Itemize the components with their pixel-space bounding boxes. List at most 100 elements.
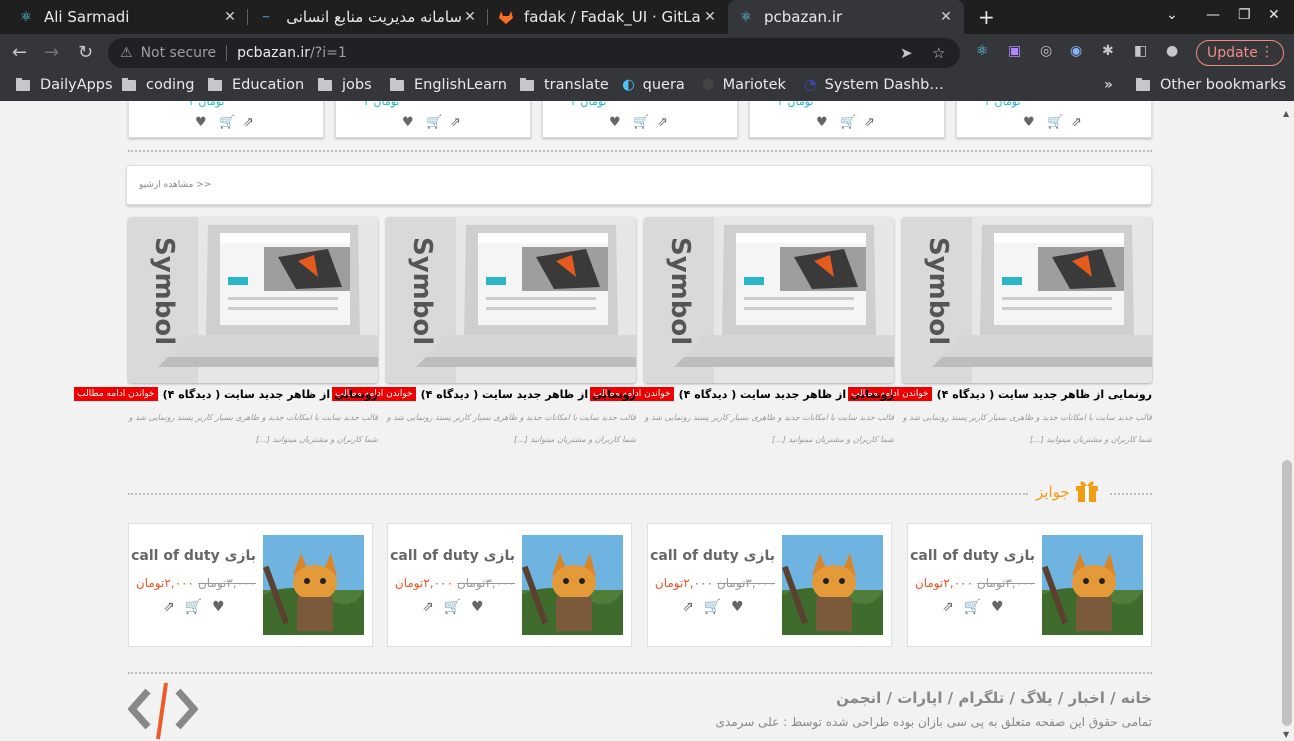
divider	[1110, 493, 1152, 496]
scrollbar[interactable]: ▲ ▼	[1280, 101, 1294, 741]
gift-card[interactable]: بازی call of duty ۳,۰۰۰تومان۲,۰۰۰تومان ⇗…	[387, 523, 632, 647]
more-bookmarks-icon[interactable]: »	[1104, 77, 1113, 93]
puzzle-icon[interactable]: ✱	[1102, 43, 1114, 59]
other-bookmarks[interactable]: Other bookmarks	[1136, 77, 1286, 93]
gift-image[interactable]	[263, 535, 364, 635]
bookmark-system-dashboard[interactable]: ◔ System Dashb…	[804, 77, 944, 93]
bookmark-mariotek[interactable]: ⬢ Mariotek	[702, 77, 786, 93]
site-logo[interactable]	[127, 681, 199, 741]
share-icon[interactable]: ⇗	[450, 115, 461, 130]
heart-icon[interactable]: ♥	[609, 115, 621, 130]
heart-icon[interactable]: ♥	[195, 115, 207, 130]
gift-card[interactable]: بازی call of duty ۳,۰۰۰تومان۲,۰۰۰تومان ⇗…	[907, 523, 1152, 647]
heart-icon[interactable]: ♥	[731, 599, 744, 615]
product-card: ۲ تومان ♥ 🛒 ⇗	[542, 101, 738, 138]
post-image[interactable]: Symbol	[386, 217, 636, 383]
minimize-icon[interactable]: —	[1206, 7, 1220, 23]
footer-links[interactable]: خانه / اخبار / یلاگ / تلگرام / اپارات / …	[836, 689, 1152, 707]
window-close-icon[interactable]: ✕	[1268, 7, 1280, 23]
gift-price: ۳,۰۰۰تومان۲,۰۰۰تومان	[394, 576, 515, 590]
gift-card[interactable]: بازی call of duty ۳,۰۰۰تومان۲,۰۰۰تومان ⇗…	[128, 523, 373, 647]
archive-link[interactable]: مشاهده ارشیو >>	[139, 180, 211, 190]
share-icon[interactable]: ⇗	[864, 115, 875, 130]
post-image[interactable]: Symbol	[128, 217, 378, 383]
post-image[interactable]: Symbol	[902, 217, 1152, 383]
gift-image[interactable]	[522, 535, 623, 635]
send-icon[interactable]: ➤	[900, 44, 913, 62]
react-devtools-icon[interactable]: ⚛	[976, 43, 989, 59]
close-icon[interactable]: ✕	[222, 9, 238, 25]
post-card[interactable]: Symbol رونمایی از ظاهر جدید سایت ( دیدگا…	[590, 217, 894, 447]
cart-icon[interactable]: 🛒	[704, 599, 721, 615]
gift-card[interactable]: بازی call of duty ۳,۰۰۰تومان۲,۰۰۰تومان ⇗…	[647, 523, 892, 647]
share-icon[interactable]: ⇗	[657, 115, 668, 130]
heart-icon[interactable]: ♥	[1023, 115, 1035, 130]
bookmark-dailyapps[interactable]: DailyApps	[16, 77, 113, 93]
update-button[interactable]: Update ⋮	[1196, 40, 1284, 66]
cart-icon[interactable]: 🛒	[964, 599, 981, 615]
share-icon[interactable]: ⇗	[243, 115, 254, 130]
gift-name[interactable]: بازی call of duty	[650, 548, 775, 564]
tab-ali-sarmadi[interactable]: ⚛ Ali Sarmadi ✕	[8, 0, 248, 34]
post-title[interactable]: رونمایی از ظاهر جدید سایت ( دیدگاه ۴) خوا…	[74, 387, 378, 401]
new-tab-icon[interactable]: +	[978, 5, 995, 29]
cart-icon[interactable]: 🛒	[426, 115, 442, 130]
cart-icon[interactable]: 🛒	[219, 115, 235, 130]
heart-icon[interactable]: ♥	[402, 115, 414, 130]
cart-icon[interactable]: 🛒	[1047, 115, 1063, 130]
scroll-down-icon[interactable]: ▼	[1283, 730, 1289, 739]
bookmark-coding[interactable]: coding	[122, 77, 194, 93]
translate-extension-icon[interactable]: ◉	[1070, 43, 1082, 59]
share-icon[interactable]: ⇗	[682, 599, 694, 615]
tab-pcbazan[interactable]: ⚛ pcbazan.ir ✕	[728, 0, 964, 34]
post-image[interactable]: Symbol	[644, 217, 894, 383]
scroll-thumb[interactable]	[1282, 460, 1292, 726]
bookmark-jobs[interactable]: jobs	[318, 77, 372, 93]
heart-icon[interactable]: ♥	[816, 115, 828, 130]
share-icon[interactable]: ⇗	[163, 599, 175, 615]
star-icon[interactable]: ☆	[932, 44, 945, 62]
bookmark-quera[interactable]: ◐ quera	[622, 77, 685, 93]
address-bar[interactable]: ⚠ Not secure pcbazan.ir /?i=1 ➤ ☆	[108, 38, 960, 68]
extension-icon[interactable]: ◎	[1040, 43, 1052, 59]
share-icon[interactable]: ⇗	[1071, 115, 1082, 130]
avatar[interactable]: ●	[1166, 43, 1178, 59]
bookmark-education[interactable]: Education	[208, 77, 304, 93]
dashboard-icon: ◔	[804, 77, 817, 93]
gift-name[interactable]: بازی call of duty	[390, 548, 515, 564]
close-icon[interactable]: ✕	[938, 9, 954, 25]
cart-icon[interactable]: 🛒	[444, 599, 461, 615]
scroll-up-icon[interactable]: ▲	[1283, 109, 1289, 118]
restore-icon[interactable]: ❐	[1238, 7, 1251, 23]
close-icon[interactable]: ✕	[462, 9, 478, 25]
heart-icon[interactable]: ♥	[991, 599, 1004, 615]
folder-icon	[208, 77, 222, 91]
cart-icon[interactable]: 🛒	[185, 599, 202, 615]
gift-image[interactable]	[782, 535, 883, 635]
share-icon[interactable]: ⇗	[422, 599, 434, 615]
gift-name[interactable]: بازی call of duty	[910, 548, 1035, 564]
post-card[interactable]: Symbol رونمایی از ظاهر جدید سایت ( دیدگا…	[848, 217, 1152, 447]
bookmark-englishlearn[interactable]: EnglishLearn	[390, 77, 507, 93]
forward-icon[interactable]: →	[44, 42, 59, 63]
read-more-button[interactable]: خواندن ادامه مطالب	[74, 387, 158, 401]
back-icon[interactable]: ←	[12, 42, 27, 63]
tab-gitlab[interactable]: fadak / Fadak_UI · GitLab ✕	[488, 0, 728, 34]
gift-image[interactable]	[1042, 535, 1143, 635]
bookmark-translate[interactable]: translate	[520, 77, 609, 93]
rp-extension-icon[interactable]: ▣	[1008, 43, 1021, 59]
tab-search-icon[interactable]: ⌄	[1166, 7, 1178, 23]
gift-name[interactable]: بازی call of duty	[131, 548, 256, 564]
warning-icon: ⚠	[120, 45, 133, 61]
heart-icon[interactable]: ♥	[471, 599, 484, 615]
cart-icon[interactable]: 🛒	[633, 115, 649, 130]
close-icon[interactable]: ✕	[702, 9, 718, 25]
share-icon[interactable]: ⇗	[942, 599, 954, 615]
tab-hrm[interactable]: ~ سامانه مدیریت منابع انسانی ✕	[248, 0, 488, 34]
side-panel-icon[interactable]: ◧	[1134, 43, 1147, 59]
post-card[interactable]: Symbol رونمایی از ظاهر جدید سایت ( دیدگا…	[74, 217, 378, 447]
reload-icon[interactable]: ↻	[78, 42, 93, 63]
heart-icon[interactable]: ♥	[212, 599, 225, 615]
post-card[interactable]: Symbol رونمایی از ظاهر جدید سایت ( دیدگا…	[332, 217, 636, 447]
cart-icon[interactable]: 🛒	[840, 115, 856, 130]
